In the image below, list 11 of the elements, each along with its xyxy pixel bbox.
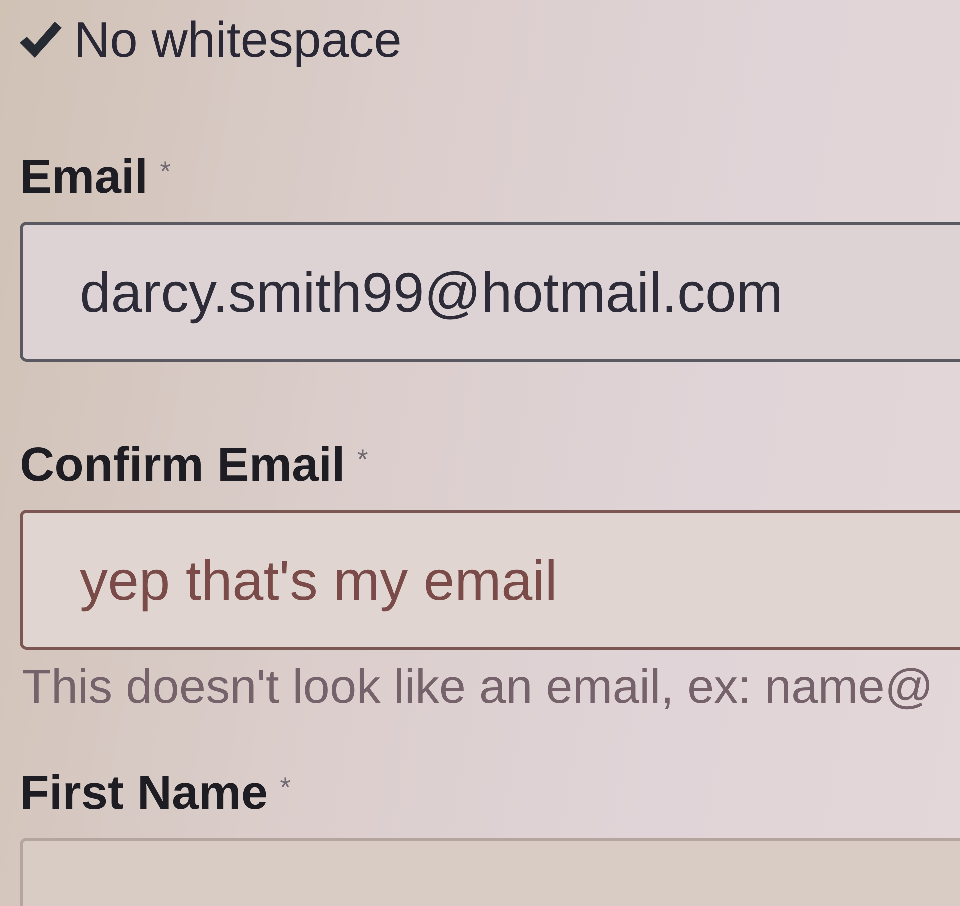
field-label: First Name (20, 770, 268, 818)
field-label: Email (20, 154, 148, 202)
text-field[interactable] (20, 838, 960, 906)
required-asterisk: * (160, 158, 171, 186)
text-field[interactable]: yep that's my email (20, 510, 960, 650)
required-asterisk: * (357, 446, 368, 474)
error-message: This doesn't look like an email, ex: name@ (21, 664, 935, 712)
required-asterisk: * (280, 774, 291, 802)
text-field[interactable]: darcy.smith99@hotmail.com (20, 222, 960, 362)
requirement-text: No whitespace (74, 15, 402, 65)
field-label: Confirm Email (20, 442, 346, 490)
